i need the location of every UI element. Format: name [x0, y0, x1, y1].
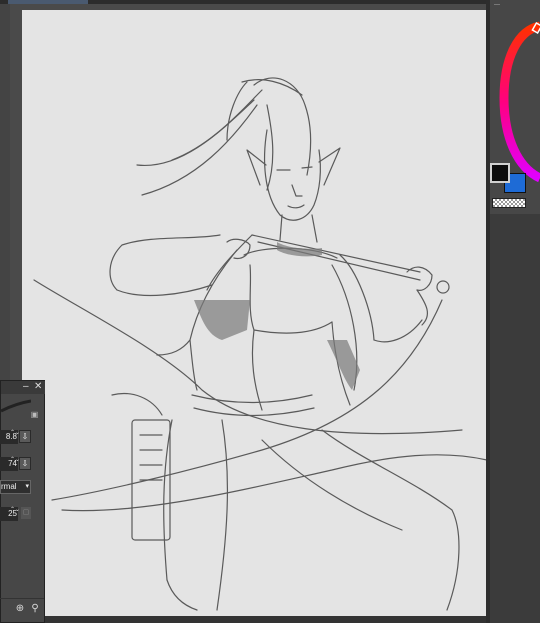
status-bar — [0, 616, 540, 623]
brush-size-spinner-icon[interactable]: ⌃⌄ — [10, 430, 20, 437]
close-button[interactable]: ✕ — [34, 382, 42, 392]
transparent-color-swatch[interactable] — [492, 198, 526, 208]
sketch-artwork — [33, 77, 488, 611]
brush-size-dropdown-button[interactable]: ⇩ — [19, 430, 31, 443]
tool-property-panel: – ✕ ▣ — [0, 380, 45, 623]
brush-stroke-preview-icon — [1, 399, 31, 413]
blend-mode-select[interactable]: rmal ▾ — [0, 480, 31, 494]
drawing-canvas[interactable] — [22, 10, 494, 617]
chevron-down-icon: ▾ — [25, 483, 29, 490]
canvas-viewport[interactable] — [10, 4, 494, 617]
lock-icon[interactable]: ▣ — [30, 410, 39, 419]
panel-footer-divider — [0, 598, 44, 599]
blend-mode-value: rmal — [1, 482, 17, 491]
opacity-spinner-icon[interactable]: ⌃⌄ — [10, 457, 20, 464]
disabled-option-button: ▢ — [21, 507, 31, 519]
foreground-color-swatch[interactable] — [490, 163, 510, 183]
panel-title-bar[interactable]: – ✕ — [1, 381, 45, 394]
minimize-button[interactable]: – — [23, 382, 29, 392]
download-icon[interactable]: ⊕ — [14, 603, 26, 615]
right-dock-empty — [490, 214, 540, 623]
wrench-icon[interactable]: ⚲ — [29, 603, 41, 615]
stabilization-spinner-icon[interactable]: ⌃⌄ — [10, 507, 20, 514]
panel-grip-icon[interactable] — [494, 4, 500, 5]
opacity-dropdown-button[interactable]: ⇩ — [19, 457, 31, 470]
